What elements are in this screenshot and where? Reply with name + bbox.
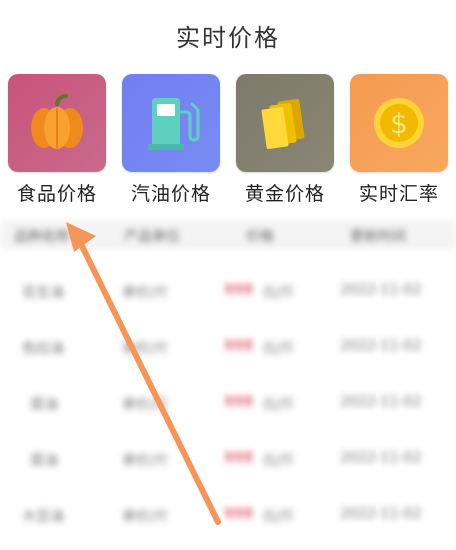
header-time: 更新时间: [350, 229, 406, 245]
exchange-rate-tile[interactable]: $: [350, 74, 448, 172]
row-price: 998: [224, 394, 254, 410]
category-gasoline[interactable]: 汽油价格: [115, 74, 227, 206]
table-row[interactable]: 色拉油 单价/斤 998 元/斤 2022-11-02: [0, 322, 456, 372]
row-name: 色拉油: [22, 341, 64, 357]
table-header: 品种名称 产品单位 价格 更新时间: [0, 220, 456, 250]
row-name: 菜油: [30, 397, 58, 413]
row-price-unit: 元/斤: [262, 397, 295, 413]
table-row[interactable]: 菜油 单价/斤 998 元/斤 2022-11-02: [0, 378, 456, 428]
row-unit: 单价/斤: [122, 453, 169, 469]
row-time: 2022-11-02: [340, 450, 422, 466]
category-food[interactable]: 食品价格: [1, 74, 113, 206]
category-gold[interactable]: 黄金价格: [229, 74, 341, 206]
food-tile[interactable]: [8, 74, 106, 172]
header-name: 品种名称: [14, 229, 70, 245]
row-name: 花生油: [22, 285, 64, 301]
row-price: 998: [224, 506, 254, 522]
row-time: 2022-11-02: [340, 394, 422, 410]
table-row[interactable]: 菜油 单价/斤 998 元/斤 2022-11-02: [0, 434, 456, 484]
header-unit: 产品单位: [124, 229, 180, 245]
row-unit: 单价/斤: [122, 509, 169, 525]
price-table: 品种名称 产品单位 价格 更新时间 花生油 单价/斤 998 元/斤 2022-…: [0, 214, 456, 550]
page-title: 实时价格: [176, 24, 280, 52]
row-price: 998: [224, 282, 254, 298]
gold-tile[interactable]: [236, 74, 334, 172]
gas-pump-icon: [148, 98, 200, 150]
gasoline-tile[interactable]: [122, 74, 220, 172]
category-food-label: 食品价格: [16, 183, 97, 205]
category-exchange-rate-label: 实时汇率: [358, 183, 439, 205]
gold-bars-icon: [261, 98, 305, 150]
svg-text:$: $: [390, 107, 408, 140]
row-unit: 单价/斤: [122, 341, 169, 357]
price-page: 实时价格 食品价格 汽油价格 黄金价格 $ 实时汇率 品种名称 产品单位 价格 …: [0, 0, 456, 550]
table-row[interactable]: 大豆油 单价/斤 998 元/斤 2022-11-02: [0, 490, 456, 540]
row-unit: 单价/斤: [122, 397, 169, 413]
row-price-unit: 元/斤: [262, 453, 295, 469]
category-exchange-rate[interactable]: $ 实时汇率: [343, 74, 455, 206]
row-price-unit: 元/斤: [262, 341, 295, 357]
row-price-unit: 元/斤: [262, 285, 295, 301]
table-row[interactable]: 花生油 单价/斤 998 元/斤 2022-11-02: [0, 266, 456, 316]
row-name: 大豆油: [22, 509, 64, 525]
pumpkin-icon: [31, 94, 83, 149]
row-price: 998: [224, 450, 254, 466]
row-time: 2022-11-02: [340, 338, 422, 354]
category-grid: 食品价格 汽油价格 黄金价格 $ 实时汇率: [0, 74, 456, 214]
row-price-unit: 元/斤: [262, 509, 295, 525]
row-time: 2022-11-02: [340, 282, 422, 298]
row-name: 菜油: [30, 453, 58, 469]
category-gold-label: 黄金价格: [244, 183, 325, 205]
row-time: 2022-11-02: [340, 506, 422, 522]
row-unit: 单价/斤: [122, 285, 169, 301]
header-price: 价格: [246, 229, 274, 245]
dollar-coin-icon: $: [374, 98, 424, 148]
category-gasoline-label: 汽油价格: [130, 183, 211, 205]
row-price: 998: [224, 338, 254, 354]
